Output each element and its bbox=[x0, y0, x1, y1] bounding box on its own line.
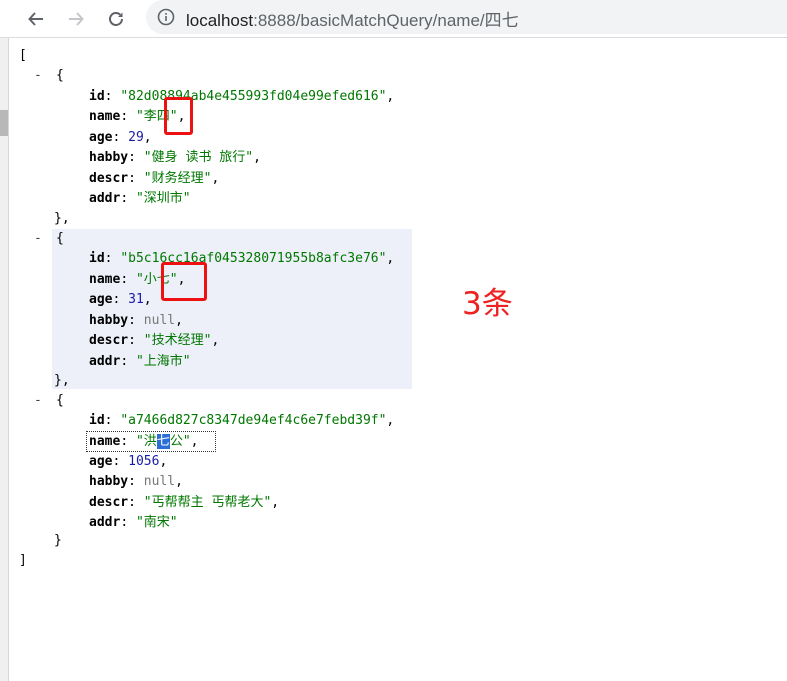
json-viewer: [ - { id: "82d08894ab4e455993fd04e99efed… bbox=[0, 0, 787, 681]
annotation-box bbox=[161, 262, 207, 301]
object-open-brace: { bbox=[56, 68, 64, 83]
field-habby: habby: null, bbox=[89, 474, 183, 489]
value-descr: "财务经理" bbox=[143, 171, 212, 186]
value-id: "a7466d827c8347de94ef4c6e7febd39f" bbox=[120, 413, 387, 428]
focus-outline bbox=[86, 431, 216, 452]
value-descr: "技术经理" bbox=[143, 333, 212, 348]
object-close-brace: } bbox=[54, 533, 62, 548]
value-addr: "南宋" bbox=[135, 515, 178, 530]
collapse-toggle[interactable]: - bbox=[34, 392, 42, 410]
annotation-box bbox=[164, 97, 193, 135]
field-habby: habby: "健身 读书 旅行", bbox=[89, 150, 261, 165]
object-open-brace: { bbox=[56, 393, 64, 408]
field-addr: addr: "深圳市" bbox=[89, 191, 191, 206]
value-age: 29 bbox=[128, 130, 144, 145]
object-close-brace: }, bbox=[54, 211, 70, 226]
field-descr: descr: "技术经理", bbox=[89, 333, 220, 348]
value-addr: "上海市" bbox=[135, 354, 191, 369]
field-descr: descr: "丐帮帮主 丐帮老大", bbox=[89, 495, 280, 510]
object-close-brace: }, bbox=[54, 373, 70, 388]
collapse-toggle[interactable]: - bbox=[34, 67, 42, 85]
field-id: id: "a7466d827c8347de94ef4c6e7febd39f", bbox=[89, 413, 395, 428]
value-age: 1056 bbox=[128, 454, 160, 469]
object-open-brace: { bbox=[56, 231, 64, 246]
value-descr: "丐帮帮主 丐帮老大" bbox=[143, 495, 272, 510]
value-habby: "健身 读书 旅行" bbox=[143, 150, 254, 165]
value-habby: null bbox=[143, 313, 176, 328]
field-id: id: "b5c16cc16af045328071955b8afc3e76", bbox=[89, 251, 395, 266]
field-addr: addr: "南宋" bbox=[89, 515, 178, 530]
value-addr: "深圳市" bbox=[135, 191, 191, 206]
value-age: 31 bbox=[128, 292, 144, 307]
field-descr: descr: "财务经理", bbox=[89, 171, 220, 186]
field-habby: habby: null, bbox=[89, 313, 183, 328]
value-habby: null bbox=[143, 474, 176, 489]
field-age: age: 31, bbox=[89, 292, 152, 307]
collapse-toggle[interactable]: - bbox=[34, 230, 42, 248]
close-bracket: ] bbox=[19, 553, 27, 568]
open-bracket: [ bbox=[19, 48, 27, 63]
field-age: age: 29, bbox=[89, 130, 152, 145]
value-id: "82d08894ab4e455993fd04e99efed616" bbox=[120, 89, 387, 104]
field-addr: addr: "上海市" bbox=[89, 354, 191, 369]
field-id: id: "82d08894ab4e455993fd04e99efed616", bbox=[89, 89, 395, 104]
count-annotation: 3条 bbox=[462, 286, 513, 322]
field-age: age: 1056, bbox=[89, 454, 168, 469]
